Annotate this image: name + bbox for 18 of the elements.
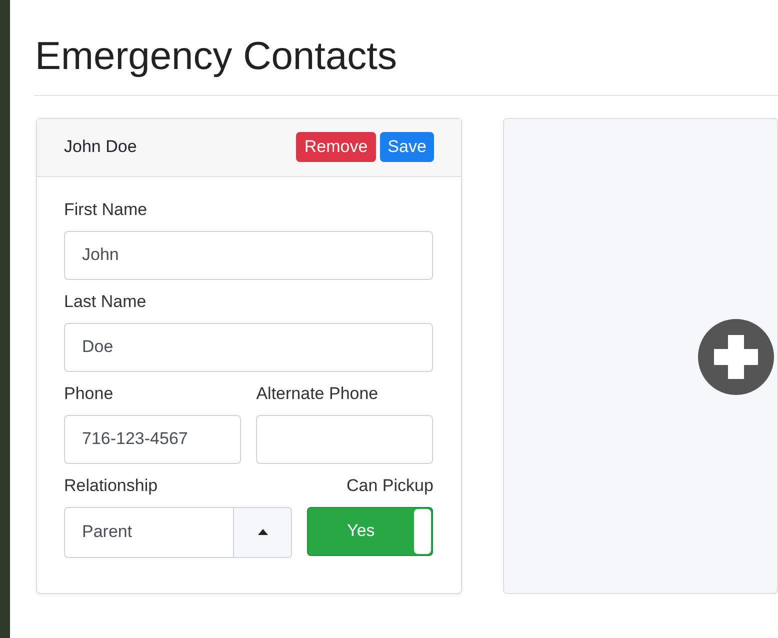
remove-button[interactable]: Remove xyxy=(296,132,376,162)
last-name-field[interactable]: Doe xyxy=(64,322,434,372)
field-label: Can Pickup xyxy=(345,476,434,496)
first-name-field[interactable]: John xyxy=(64,230,434,280)
save-button[interactable]: Save xyxy=(380,132,434,162)
relationship-select[interactable]: Parent xyxy=(64,506,292,558)
add-icon[interactable] xyxy=(698,318,774,395)
field-label: First Name xyxy=(64,200,148,220)
field-label: Last Name xyxy=(64,292,148,312)
field-label: Alternate Phone xyxy=(256,384,380,404)
contact-name: John Doe xyxy=(64,137,138,158)
field-label: Phone xyxy=(64,384,114,404)
phone-field[interactable]: 716-123-4567 xyxy=(64,414,242,464)
page-title: Emergency Contacts xyxy=(34,34,398,80)
dropdown-button[interactable] xyxy=(233,508,292,557)
alternate-phone-field[interactable] xyxy=(256,414,434,464)
caret-icon xyxy=(258,529,268,536)
field-label: Relationship xyxy=(64,476,159,496)
